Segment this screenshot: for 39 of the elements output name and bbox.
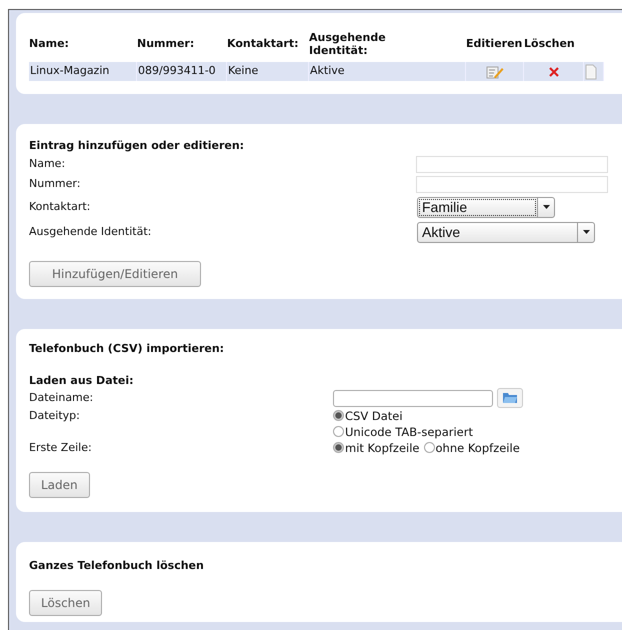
field-label: Name: [29,156,66,172]
field-label: Kontaktart: [29,198,92,215]
column-header: Ausgehende Identität: [309,30,387,59]
folder-icon [502,391,518,404]
radio-option[interactable]: ohne Kopfzeile [424,440,520,456]
radio-option[interactable]: CSV Datei [333,408,473,424]
column-header: Editieren [466,36,524,52]
section-subtitle: Laden aus Datei: [29,373,134,389]
column-header: Löschen [524,36,576,52]
field-label: Dateityp: [29,408,81,424]
text-field[interactable] [416,156,608,173]
delete-icon[interactable] [548,66,560,78]
table-cell: Keine [227,62,309,81]
field-label: Nummer: [29,176,82,192]
column-header: Kontaktart: [227,36,300,52]
table-cell: Aktive [309,62,466,81]
caret-icon[interactable] [542,205,550,209]
load-button[interactable]: Laden [29,472,90,498]
field-label: Ausgehende Identität: [29,224,152,240]
field-label: Dateiname: [29,390,94,406]
radio-option[interactable]: mit Kopfzeile [333,440,420,456]
text-field[interactable] [416,176,608,193]
file-name-field[interactable] [333,390,493,406]
table-cell: Linux-Magazin [29,62,137,81]
edit-icon[interactable] [486,64,504,78]
section-title: Eintrag hinzufügen oder editieren: [29,138,246,154]
field-label: Erste Zeile: [29,440,93,456]
dropdown[interactable]: Aktive [417,222,595,242]
column-header: Name: [29,36,70,52]
radio-option[interactable]: Unicode TAB-separiert [333,424,473,440]
dropdown[interactable]: Familie [417,196,555,218]
section-title: Ganzes Telefonbuch löschen [29,558,205,574]
add-edit-button[interactable]: Hinzufügen/Editieren [29,260,201,286]
browse-button[interactable] [497,388,523,408]
table-cell: 089/993411-0 [137,62,227,81]
caret-icon[interactable] [582,230,590,234]
delete-all-button[interactable]: Löschen [29,590,102,616]
section-title: Telefonbuch (CSV) importieren: [29,340,226,356]
column-header: Nummer: [137,36,196,52]
